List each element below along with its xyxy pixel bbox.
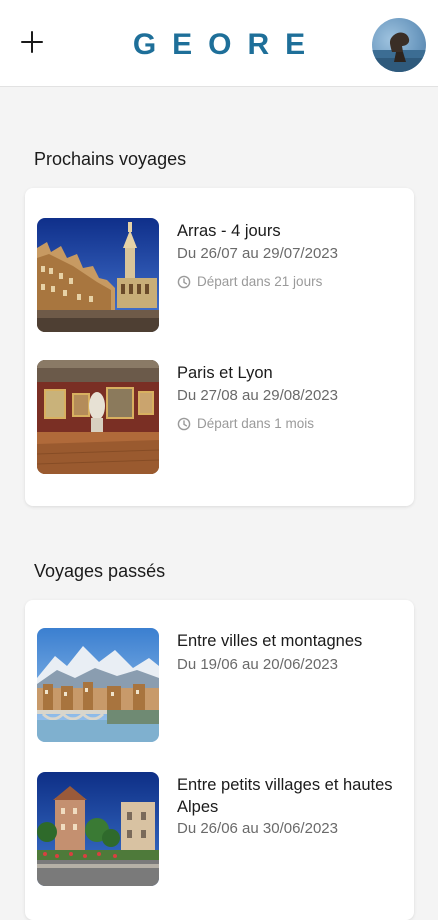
- trip-thumbnail-villages-alpes: [37, 772, 159, 886]
- avatar-image: [372, 32, 426, 72]
- past-trips-card: Entre villes et montagnes Du 19/06 au 20…: [25, 600, 414, 920]
- trip-title: Entre petits villages et hautes Alpes: [177, 776, 393, 816]
- clock-icon: [177, 417, 191, 430]
- trip-departure-text: Départ dans 21 jours: [197, 274, 323, 289]
- trip-item-arras[interactable]: Arras - 4 jours Du 26/07 au 29/07/2023 D…: [37, 218, 407, 336]
- trip-item-villages-alpes[interactable]: Entre petits villages et hautes Alpes Du…: [37, 772, 407, 890]
- trip-title: Paris et Lyon: [177, 364, 273, 382]
- trip-departure: Départ dans 1 mois: [177, 416, 314, 431]
- trip-departure: Départ dans 21 jours: [177, 274, 322, 289]
- profile-avatar[interactable]: [372, 18, 426, 72]
- trip-dates: Du 27/08 au 29/08/2023: [177, 387, 338, 404]
- trip-title: Arras - 4 jours: [177, 222, 281, 240]
- trip-thumbnail-arras: [37, 218, 159, 332]
- trip-title: Entre villes et montagnes: [177, 632, 363, 650]
- trip-thumbnail-paris-lyon: [37, 360, 159, 474]
- clock-icon: [177, 275, 191, 288]
- app-header: GEORE: [0, 0, 438, 87]
- trip-departure-text: Départ dans 1 mois: [197, 416, 315, 431]
- upcoming-section-title: Prochains voyages: [34, 149, 187, 169]
- trip-dates: Du 26/07 au 29/07/2023: [177, 245, 338, 262]
- trip-item-villes-montagnes[interactable]: Entre villes et montagnes Du 19/06 au 20…: [37, 628, 407, 746]
- upcoming-trips-card: Arras - 4 jours Du 26/07 au 29/07/2023 D…: [25, 188, 414, 506]
- past-section-title: Voyages passés: [34, 561, 166, 581]
- trip-dates: Du 19/06 au 20/06/2023: [177, 656, 338, 673]
- trip-dates: Du 26/06 au 30/06/2023: [177, 820, 338, 837]
- trip-thumbnail-villes-montagnes: [37, 628, 159, 742]
- trip-item-paris-lyon[interactable]: Paris et Lyon Du 27/08 au 29/08/2023 Dép…: [37, 360, 407, 478]
